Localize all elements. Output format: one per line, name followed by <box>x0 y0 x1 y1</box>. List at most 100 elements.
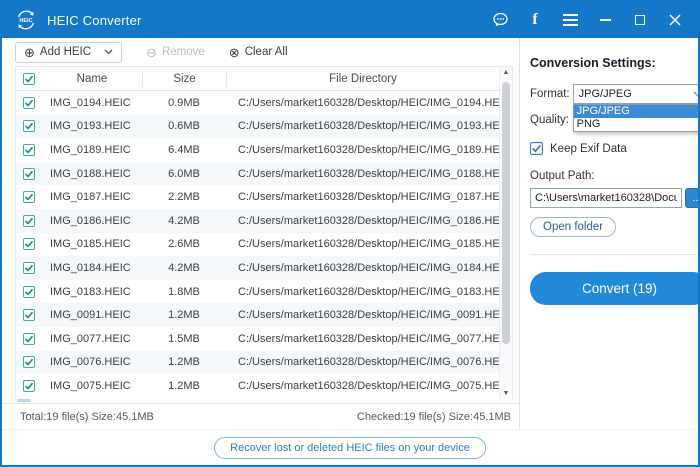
scrollbar-thumb[interactable] <box>502 82 510 344</box>
checkbox-checked-icon <box>23 120 35 132</box>
format-option-jpg[interactable]: JPG/JPEG <box>574 105 700 118</box>
row-name: IMG_0184.HEIC <box>42 262 142 274</box>
scroll-down-icon[interactable]: ▼ <box>500 390 512 397</box>
table-row[interactable]: IMG_0075.HEIC 1.2MB C:/Users/market16032… <box>16 374 499 398</box>
row-checkbox[interactable] <box>16 262 42 274</box>
row-checkbox[interactable] <box>16 309 42 321</box>
vertical-scrollbar[interactable]: ▲ ▼ <box>499 67 512 399</box>
row-checkbox[interactable] <box>16 97 42 109</box>
plus-circle-icon: ⊕ <box>24 46 35 59</box>
row-checkbox[interactable] <box>16 191 42 203</box>
status-checked: Checked:19 file(s) Size:45.1MB <box>357 411 511 423</box>
horizontal-scrollbar[interactable] <box>15 399 500 403</box>
row-name: IMG_0077.HEIC <box>42 333 142 345</box>
clear-all-button[interactable]: ⊗ Clear All <box>229 46 288 59</box>
keep-exif-checkbox[interactable]: Keep Exif Data <box>530 142 700 155</box>
checkbox-checked-icon <box>23 356 35 368</box>
row-checkbox[interactable] <box>16 215 42 227</box>
row-size: 1.8MB <box>142 286 226 298</box>
table-row[interactable]: IMG_0193.HEIC 0.6MB C:/Users/market16032… <box>16 115 499 139</box>
row-size: 2.6MB <box>142 238 226 250</box>
checkbox-checked-icon <box>530 142 543 155</box>
close-button[interactable] <box>666 11 684 29</box>
settings-heading: Conversion Settings: <box>530 56 700 70</box>
row-name: IMG_0185.HEIC <box>42 238 142 250</box>
minimize-button[interactable] <box>596 11 614 29</box>
row-dir: C:/Users/market160328/Desktop/HEIC/IMG_0… <box>226 380 499 392</box>
row-name: IMG_0183.HEIC <box>42 286 142 298</box>
row-name: IMG_0091.HEIC <box>42 309 142 321</box>
row-checkbox[interactable] <box>16 120 42 132</box>
row-dir: C:/Users/market160328/Desktop/HEIC/IMG_0… <box>226 191 499 203</box>
table-row[interactable]: IMG_0194.HEIC 0.9MB C:/Users/market16032… <box>16 91 499 115</box>
row-size: 6.4MB <box>142 144 226 156</box>
row-checkbox[interactable] <box>16 286 42 298</box>
quality-label: Quality: <box>530 114 569 126</box>
maximize-button[interactable] <box>631 11 649 29</box>
file-table: Name Size File Directory IMG_0194.HEIC 0… <box>15 66 513 399</box>
browse-button[interactable]: ... <box>685 188 700 208</box>
row-checkbox[interactable] <box>16 238 42 250</box>
header-name: Name <box>42 73 142 85</box>
table-row[interactable]: IMG_0186.HEIC 4.2MB C:/Users/market16032… <box>16 209 499 233</box>
toolbar: ⊕ Add HEIC ⊖ Remove ⊗ Clear All <box>2 38 519 66</box>
remove-button[interactable]: ⊖ Remove <box>146 46 205 59</box>
row-name: IMG_0189.HEIC <box>42 144 142 156</box>
table-row[interactable]: IMG_0077.HEIC 1.5MB C:/Users/market16032… <box>16 327 499 351</box>
row-dir: C:/Users/market160328/Desktop/HEIC/IMG_0… <box>226 309 499 321</box>
checkbox-checked-icon <box>23 97 35 109</box>
clear-all-label: Clear All <box>245 46 288 58</box>
row-checkbox[interactable] <box>16 333 42 345</box>
row-dir: C:/Users/market160328/Desktop/HEIC/IMG_0… <box>226 238 499 250</box>
row-dir: C:/Users/market160328/Desktop/HEIC/IMG_0… <box>226 286 499 298</box>
checkbox-checked-icon <box>23 191 35 203</box>
panel-divider <box>530 254 700 255</box>
window-title: HEIC Converter <box>47 13 142 28</box>
table-row[interactable]: IMG_0184.HEIC 4.2MB C:/Users/market16032… <box>16 256 499 280</box>
add-heic-button[interactable]: ⊕ Add HEIC <box>15 42 122 63</box>
format-value: JPG/JPEG <box>579 88 632 100</box>
table-row[interactable]: IMG_0188.HEIC 6.0MB C:/Users/market16032… <box>16 162 499 186</box>
row-size: 1.2MB <box>142 380 226 392</box>
chevron-down-icon <box>104 49 113 55</box>
row-dir: C:/Users/market160328/Desktop/HEIC/IMG_0… <box>226 144 499 156</box>
menu-icon[interactable] <box>561 11 579 29</box>
row-checkbox[interactable] <box>16 144 42 156</box>
table-row[interactable]: IMG_0189.HEIC 6.4MB C:/Users/market16032… <box>16 138 499 162</box>
table-row[interactable]: IMG_0185.HEIC 2.6MB C:/Users/market16032… <box>16 233 499 257</box>
format-select[interactable]: JPG/JPEG <box>573 84 700 104</box>
format-option-png[interactable]: PNG <box>574 118 700 131</box>
table-row[interactable]: IMG_0076.HEIC 1.2MB C:/Users/market16032… <box>16 351 499 375</box>
row-name: IMG_0075.HEIC <box>42 380 142 392</box>
checkbox-checked-icon <box>23 168 35 180</box>
svg-text:HEIC: HEIC <box>19 18 32 24</box>
row-size: 0.6MB <box>142 120 226 132</box>
checkbox-checked-icon <box>23 215 35 227</box>
select-all-checkbox[interactable] <box>16 73 42 85</box>
row-dir: C:/Users/market160328/Desktop/HEIC/IMG_0… <box>226 215 499 227</box>
app-logo-icon: HEIC <box>14 8 38 32</box>
row-name: IMG_0076.HEIC <box>42 356 142 368</box>
header-size: Size <box>142 71 226 87</box>
output-path-input[interactable] <box>530 188 682 208</box>
checkbox-checked-icon <box>23 262 35 274</box>
table-row[interactable]: IMG_0091.HEIC 1.2MB C:/Users/market16032… <box>16 303 499 327</box>
row-checkbox[interactable] <box>16 380 42 392</box>
recover-files-button[interactable]: Recover lost or deleted HEIC files on yo… <box>214 437 486 459</box>
row-checkbox[interactable] <box>16 168 42 180</box>
open-folder-button[interactable]: Open folder <box>530 217 616 237</box>
format-dropdown-list: JPG/JPEG PNG <box>573 104 700 132</box>
titlebar: HEIC HEIC Converter f <box>2 2 698 38</box>
checkbox-checked-icon <box>23 380 35 392</box>
checkbox-checked-icon <box>23 238 35 250</box>
table-row[interactable]: IMG_0187.HEIC 2.2MB C:/Users/market16032… <box>16 185 499 209</box>
row-size: 1.2MB <box>142 309 226 321</box>
row-checkbox[interactable] <box>16 356 42 368</box>
facebook-icon[interactable]: f <box>526 11 544 29</box>
checkbox-checked-icon <box>23 144 35 156</box>
feedback-icon[interactable] <box>491 11 509 29</box>
scroll-up-icon[interactable]: ▲ <box>500 69 512 76</box>
table-row[interactable]: IMG_0183.HEIC 1.8MB C:/Users/market16032… <box>16 280 499 304</box>
row-dir: C:/Users/market160328/Desktop/HEIC/IMG_0… <box>226 168 499 180</box>
convert-button[interactable]: Convert (19) <box>530 272 700 305</box>
